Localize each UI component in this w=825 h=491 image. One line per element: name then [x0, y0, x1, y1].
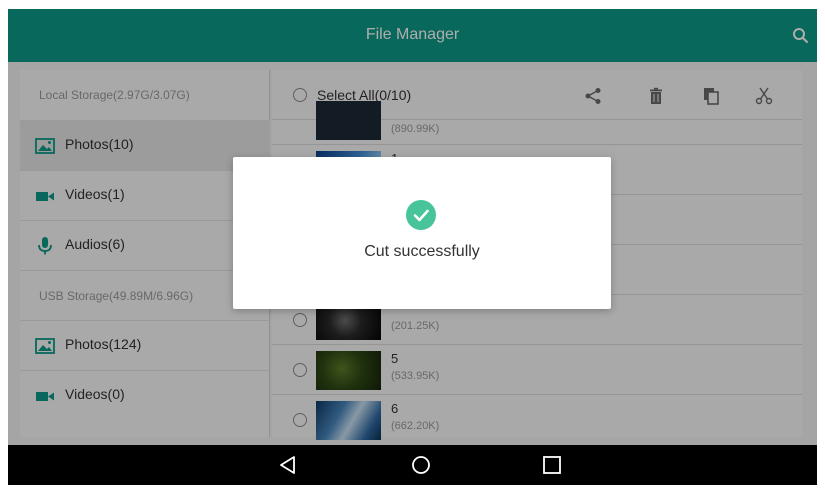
android-nav-bar [8, 445, 817, 485]
cut-success-dialog: Cut successfully [233, 157, 611, 309]
dialog-message: Cut successfully [364, 243, 480, 260]
app-window: File Manager Local Storage(2.97G/3.07G) … [8, 9, 817, 485]
check-circle-icon [406, 200, 436, 230]
home-icon[interactable] [409, 455, 433, 475]
back-icon[interactable] [276, 455, 300, 475]
recents-icon[interactable] [540, 455, 564, 475]
